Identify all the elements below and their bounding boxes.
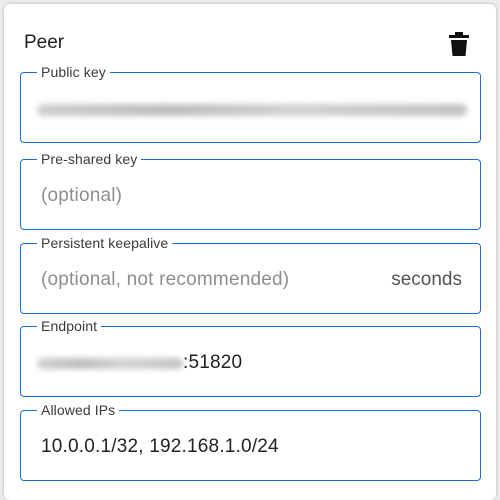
delete-peer-button[interactable] xyxy=(441,26,477,62)
allowed-ips-field: Allowed IPs xyxy=(20,402,481,481)
preshared-key-label: Pre-shared key xyxy=(37,151,142,167)
persistent-keepalive-label: Persistent keepalive xyxy=(37,235,173,251)
redacted-key-blur xyxy=(37,104,467,116)
endpoint-field: Endpoint :51820 xyxy=(20,318,481,397)
endpoint-port: :51820 xyxy=(183,352,243,373)
preshared-key-input[interactable] xyxy=(41,182,464,210)
keepalive-unit-suffix: seconds xyxy=(391,269,462,290)
peer-card: Peer Public key Pre-shared key Persisten… xyxy=(4,4,496,500)
allowed-ips-input[interactable] xyxy=(41,433,464,461)
preshared-key-field: Pre-shared key xyxy=(20,151,481,230)
public-key-field: Public key xyxy=(20,64,481,143)
trash-icon xyxy=(449,32,469,56)
allowed-ips-label: Allowed IPs xyxy=(37,402,120,418)
endpoint-input[interactable]: :51820 xyxy=(37,349,464,377)
persistent-keepalive-input[interactable] xyxy=(41,266,370,294)
redacted-host-blur xyxy=(37,358,183,369)
public-key-label: Public key xyxy=(37,64,110,80)
peer-title: Peer xyxy=(24,32,65,53)
public-key-input[interactable] xyxy=(37,99,468,121)
persistent-keepalive-field: Persistent keepalive seconds xyxy=(20,235,481,314)
endpoint-label: Endpoint xyxy=(37,318,102,334)
